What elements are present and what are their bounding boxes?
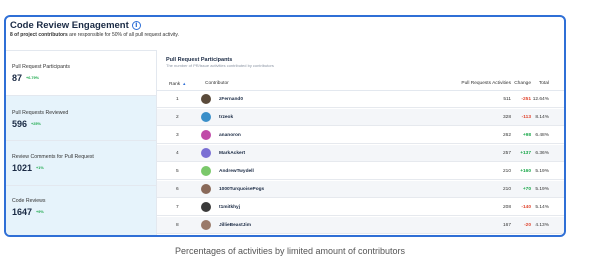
card-subtitle-rest: are responsible for 50% of all pull requ… xyxy=(67,32,179,38)
table-row[interactable]: 8 JillieBeastJim 167 -20 4.13% xyxy=(157,217,564,234)
stat-number: 596 xyxy=(12,119,28,129)
contributor-name[interactable]: JillieBeastJim xyxy=(219,223,251,228)
avatar xyxy=(201,166,211,176)
table-row[interactable]: 6 1000TurquoisePogs 210 +70 5.19% xyxy=(157,181,564,198)
stat-delta: +9% xyxy=(36,210,44,214)
card-subtitle-bold: 8 of project contributors xyxy=(10,32,68,38)
table-row[interactable]: 4 MarkAckert 257 +137 6.36% xyxy=(157,145,564,162)
total-cell: 6.36% xyxy=(535,151,549,156)
avatar xyxy=(201,184,211,194)
stat-value: 1021 +1% xyxy=(12,163,44,173)
contributor-name[interactable]: zFernand0 xyxy=(219,97,243,102)
rank-cell: 3 xyxy=(176,133,179,138)
avatar xyxy=(201,202,211,212)
stat-pull-requests-reviewed[interactable]: Pull Requests Reviewed 596 +25% xyxy=(6,96,156,141)
rank-cell: 4 xyxy=(176,151,179,156)
stat-value: 87 +6.79% xyxy=(12,73,39,83)
stat-number: 1021 xyxy=(12,163,33,173)
rank-cell: 2 xyxy=(176,115,179,120)
column-rank-label: Rank xyxy=(169,82,181,87)
info-icon[interactable]: i xyxy=(131,21,141,30)
card-title: Code Review Engagement i xyxy=(10,20,141,31)
contributor-name[interactable]: ananoron xyxy=(219,133,241,138)
column-total: Total xyxy=(538,81,549,86)
table-header: Rank ▲ Contributor Pull Requests Activiti… xyxy=(157,78,564,91)
total-cell: 8.14% xyxy=(535,115,549,120)
card-title-text: Code Review Engagement xyxy=(10,20,129,31)
stat-delta: +25% xyxy=(31,122,41,126)
figure-caption: Percentages of activities by limited amo… xyxy=(174,246,406,256)
stat-number: 87 xyxy=(12,73,23,83)
table-row[interactable]: 7 t1mitkhyj 208 -140 5.14% xyxy=(157,199,564,216)
rank-cell: 7 xyxy=(176,205,179,210)
table-row[interactable]: 2 trzeok 328 -113 8.14% xyxy=(157,109,564,126)
rank-cell: 6 xyxy=(176,187,179,192)
stat-value: 596 +25% xyxy=(12,119,41,129)
total-cell: 6.48% xyxy=(535,133,549,138)
total-cell: 4.13% xyxy=(535,223,549,228)
total-cell: 12.64% xyxy=(532,97,549,102)
panel-subtitle: The number of PR/issue activities contri… xyxy=(166,63,274,68)
stat-review-comments[interactable]: Review Comments for Pull Request 1021 +1% xyxy=(6,141,156,186)
participants-panel: Pull Request Participants The number of … xyxy=(156,50,564,235)
sort-ascending-icon[interactable]: ▲ xyxy=(182,81,186,86)
rank-cell: 8 xyxy=(176,223,179,228)
avatar xyxy=(201,220,211,230)
contributor-name[interactable]: MarkAckert xyxy=(219,151,245,156)
stat-pull-request-participants[interactable]: Pull Request Participants 87 +6.79% xyxy=(6,51,156,96)
avatar xyxy=(201,148,211,158)
stat-delta: +6.79% xyxy=(26,76,39,80)
table-row[interactable]: 5 AndrewTwydell 210 +160 5.19% xyxy=(157,163,564,180)
stat-label: Code Reviews xyxy=(12,198,46,204)
avatar xyxy=(201,94,211,104)
avatar xyxy=(201,130,211,140)
rank-cell: 5 xyxy=(176,169,179,174)
contributor-name[interactable]: 1000TurquoisePogs xyxy=(219,187,264,192)
column-contributor: Contributor xyxy=(205,81,229,86)
stat-delta: +1% xyxy=(36,166,44,170)
total-cell: 5.19% xyxy=(535,169,549,174)
contributor-name[interactable]: t1mitkhyj xyxy=(219,205,240,210)
card-subtitle: 8 of project contributors are responsibl… xyxy=(10,32,179,38)
table-row[interactable]: 3 ananoron 262 +98 6.48% xyxy=(157,127,564,144)
contributor-name[interactable]: AndrewTwydell xyxy=(219,169,254,174)
code-review-card: Code Review Engagement i 8 of project con… xyxy=(4,15,566,237)
stat-label: Pull Request Participants xyxy=(12,64,70,70)
stat-label: Pull Requests Reviewed xyxy=(12,110,69,116)
contributor-name[interactable]: trzeok xyxy=(219,115,233,120)
total-cell: 5.14% xyxy=(535,205,549,210)
avatar xyxy=(201,112,211,122)
stat-value: 1647 +9% xyxy=(12,207,44,217)
table-row[interactable]: 1 zFernand0 511 -251 12.64% xyxy=(157,91,564,108)
stat-label: Review Comments for Pull Request xyxy=(12,154,94,160)
stat-number: 1647 xyxy=(12,207,33,217)
rank-cell: 1 xyxy=(176,97,179,102)
total-cell: 5.19% xyxy=(535,187,549,192)
table-body: 1 zFernand0 511 -251 12.64% 2 trzeok 328 -113 8.1… xyxy=(157,91,564,235)
stat-code-reviews[interactable]: Code Reviews 1647 +9% xyxy=(6,186,156,235)
column-rank[interactable]: Rank ▲ xyxy=(169,81,186,87)
stats-sidebar: Pull Request Participants 87 +6.79% Pull … xyxy=(6,50,156,235)
